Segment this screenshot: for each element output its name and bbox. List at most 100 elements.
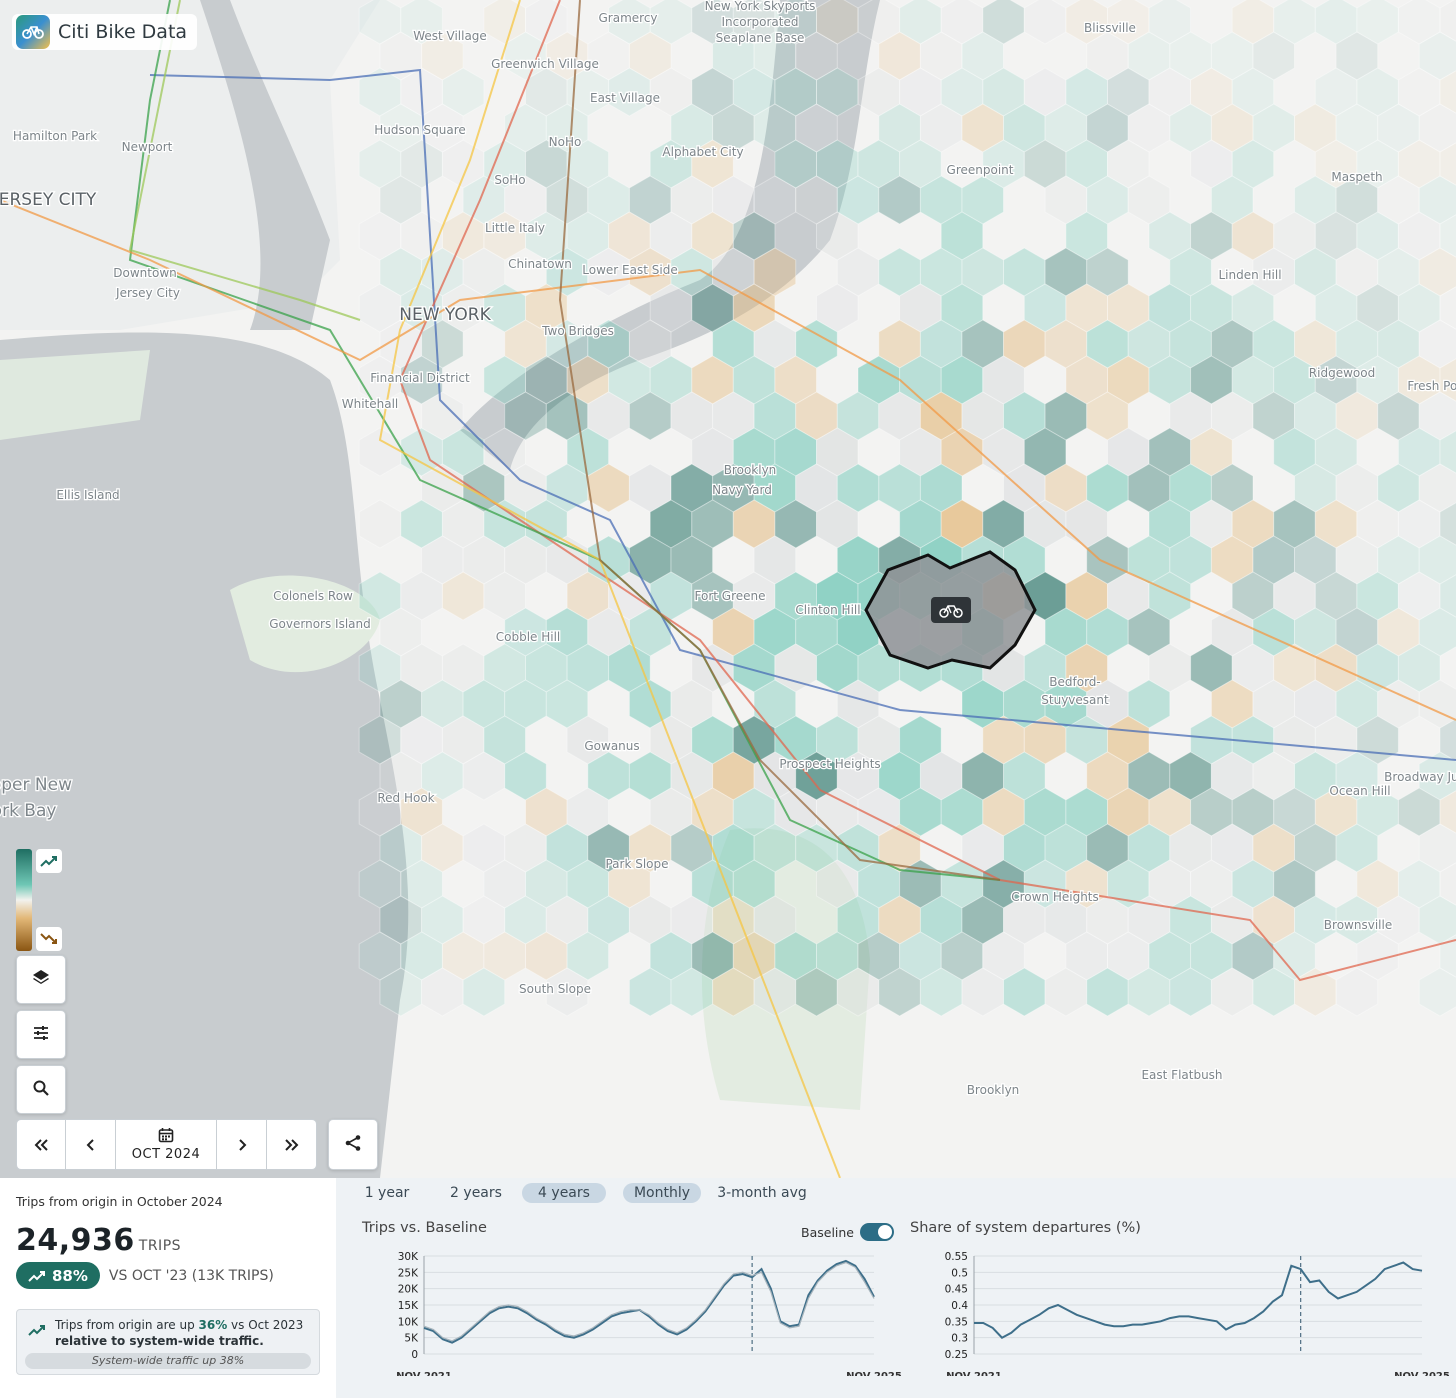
- y-tick-label: 30K: [398, 1251, 419, 1263]
- color-legend: [16, 849, 64, 951]
- tab-4-years[interactable]: 4 years: [522, 1183, 606, 1203]
- series-line: [423, 1259, 875, 1344]
- map-label: Red Hook: [377, 791, 434, 805]
- map-label: Colonels Row: [273, 589, 353, 603]
- app-brand: Citi Bike Data: [12, 14, 198, 50]
- change-badge: 88%: [16, 1262, 100, 1289]
- y-tick-label: 0.25: [945, 1349, 968, 1361]
- bike-icon: [931, 597, 971, 623]
- y-tick-label: 5K: [404, 1333, 419, 1345]
- trip-count-unit: TRIPS: [138, 1238, 182, 1254]
- map-label: Fort Greene: [695, 589, 766, 603]
- map-label: Seaplane Base: [716, 31, 805, 45]
- map-label: East Flatbush: [1141, 1068, 1222, 1082]
- y-tick-label: 0.35: [945, 1316, 968, 1328]
- toggle-knob: [878, 1225, 892, 1239]
- map-canvas[interactable]: Gramercy New York Skyports Incorporated Sea…: [0, 0, 1456, 1178]
- map-label: Park Slope: [605, 857, 668, 871]
- map-label: Linden Hill: [1218, 268, 1281, 282]
- x-start-label: NOV 2021: [396, 1371, 452, 1376]
- current-date-label: OCT 2024: [131, 1147, 201, 1162]
- trending-up-icon: [28, 1325, 45, 1336]
- chevron-right-icon: [238, 1138, 246, 1151]
- map-label: SoHo: [494, 173, 525, 187]
- map-label: Ellis Island: [56, 488, 119, 502]
- map-label: Lower East Side: [582, 263, 677, 277]
- trips-chart[interactable]: 30K 25K 20K 15K 10K 5K 0 NOV 2021 NOV 2025: [360, 1246, 905, 1376]
- system-traffic-note: System-wide traffic up 38%: [25, 1353, 311, 1369]
- map-label: Downtown: [113, 266, 176, 280]
- series-line: [974, 1261, 1423, 1339]
- double-chevron-right-icon: [284, 1138, 298, 1151]
- note-prefix: Trips from origin are up: [55, 1318, 199, 1332]
- chart2-title: Share of system departures (%): [910, 1220, 1141, 1236]
- prev-month-button[interactable]: [66, 1119, 116, 1170]
- jump-back-button[interactable]: [16, 1119, 66, 1170]
- map-label: East Village: [590, 91, 660, 105]
- map-label: Navy Yard: [712, 483, 772, 497]
- relative-note-text: Trips from origin are up 36% vs Oct 2023…: [55, 1317, 303, 1349]
- map-label: Prospect Heights: [779, 757, 880, 771]
- y-tick-label: 20K: [398, 1284, 419, 1296]
- map-label: Clinton Hill: [795, 603, 860, 617]
- map-label: Cobble Hill: [496, 630, 561, 644]
- note-pct: 36%: [198, 1318, 228, 1332]
- filters-button[interactable]: [16, 1010, 66, 1059]
- map-label: Ocean Hill: [1329, 784, 1390, 798]
- y-tick-label: 15K: [398, 1300, 419, 1312]
- y-tick-label: 10K: [398, 1316, 419, 1328]
- date-navigator: OCT 2024: [16, 1119, 317, 1170]
- map-label: Maspeth: [1331, 170, 1382, 184]
- map-label: Ridgewood: [1309, 366, 1375, 380]
- map-label: Bedford-: [1049, 675, 1100, 689]
- stats-panel: Trips from origin in October 2024 24,936…: [0, 1178, 336, 1398]
- app-title: Citi Bike Data: [58, 21, 188, 43]
- map-label: Hudson Square: [374, 123, 466, 137]
- map-label: Two Bridges: [541, 324, 614, 338]
- x-start-label: NOV 2021: [946, 1371, 1002, 1376]
- baseline-toggle-label: Baseline: [801, 1225, 854, 1240]
- map-label: New York Skyports: [705, 0, 816, 13]
- map-label: Chinatown: [508, 257, 572, 271]
- sliders-icon: [31, 1023, 51, 1047]
- note-mid: vs Oct 2023: [227, 1318, 304, 1332]
- tab-1-year[interactable]: 1 year: [356, 1183, 418, 1203]
- layers-button[interactable]: [16, 955, 66, 1004]
- note-line2: relative to system-wide traffic.: [55, 1334, 264, 1348]
- tab-monthly[interactable]: Monthly: [623, 1183, 701, 1203]
- tab-2-years[interactable]: 2 years: [440, 1183, 512, 1203]
- map-label: Stuyvesant: [1041, 693, 1109, 707]
- chart1-title: Trips vs. Baseline: [362, 1220, 487, 1236]
- date-picker-button[interactable]: OCT 2024: [116, 1119, 217, 1170]
- share-chart[interactable]: 0.55 0.5 0.45 0.4 0.35 0.3 0.25 NOV 2021 NOV 202…: [910, 1246, 1456, 1376]
- tab-3-month-avg[interactable]: 3-month avg: [712, 1183, 812, 1203]
- search-button[interactable]: [16, 1065, 66, 1114]
- map-label: Newport: [122, 140, 173, 154]
- map-label: Broadway Junction: [1384, 770, 1456, 784]
- map-label: Financial District: [370, 371, 470, 385]
- trip-count-value: 24,936: [16, 1223, 135, 1258]
- map-label: Jersey City: [115, 286, 180, 300]
- map-label: Brownsville: [1324, 918, 1392, 932]
- x-end-label: NOV 2025: [846, 1371, 902, 1376]
- baseline-toggle[interactable]: [860, 1223, 894, 1241]
- map-label: Whitehall: [342, 397, 399, 411]
- change-comparison: VS OCT '23 (13K TRIPS): [108, 1267, 274, 1284]
- next-month-button[interactable]: [217, 1119, 267, 1170]
- jump-forward-button[interactable]: [267, 1119, 317, 1170]
- map-label: Incorporated: [722, 15, 799, 29]
- x-end-label: NOV 2025: [1394, 1371, 1450, 1376]
- share-button[interactable]: [328, 1119, 378, 1170]
- y-tick-label: 0.55: [945, 1251, 968, 1263]
- map-label: Hamilton Park: [13, 129, 97, 143]
- stats-subtitle: Trips from origin in October 2024: [16, 1194, 223, 1209]
- map-label: Blissville: [1084, 21, 1136, 35]
- y-tick-label: 0.5: [951, 1267, 968, 1279]
- map-view[interactable]: Gramercy New York Skyports Incorporated Sea…: [0, 0, 1456, 1178]
- y-tick-label: 0.4: [951, 1300, 968, 1312]
- map-label: Alphabet City: [662, 145, 743, 159]
- chevron-left-icon: [86, 1138, 94, 1151]
- share-icon: [344, 1134, 362, 1156]
- trip-count: 24,936 TRIPS: [16, 1223, 320, 1258]
- map-label: Brooklyn: [724, 463, 777, 477]
